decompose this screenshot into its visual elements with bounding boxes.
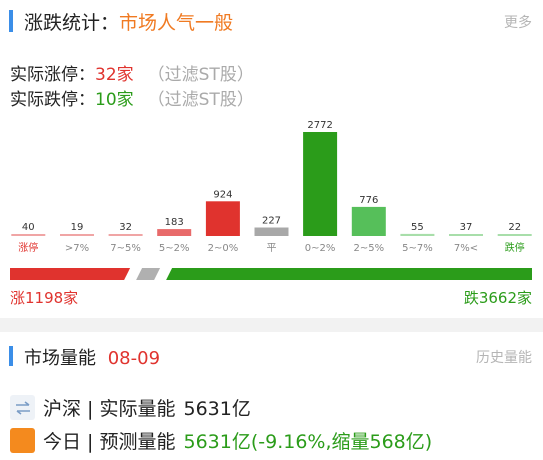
limit-up-value: 32家 (95, 65, 134, 85)
limit-up-line: 实际涨停：32家 （过滤ST股） (10, 60, 254, 85)
predicted-volume-value: 5631亿(-9.16%,缩量568亿) (183, 431, 433, 453)
section-divider (0, 318, 543, 332)
volume-title-label: 市场量能 (24, 348, 96, 369)
bar-4 (205, 201, 240, 236)
bar-value-label: 19 (71, 222, 84, 233)
category-label: 5~7% (402, 243, 433, 254)
limit-down-value: 10家 (95, 90, 134, 110)
page-title: 涨跌统计：市场人气一般 (24, 8, 233, 35)
volume-date: 08-09 (107, 348, 161, 369)
swap-arrows-icon (10, 395, 35, 420)
market-mood-label: 市场人气一般 (119, 12, 234, 34)
bar-1 (60, 234, 94, 236)
actual-volume-label: 沪深 | 实际量能 (43, 398, 176, 420)
bar-2 (108, 234, 143, 236)
bar-value-label: 183 (165, 217, 184, 228)
bar-value-label: 227 (262, 216, 281, 227)
category-label: 0~2% (305, 243, 336, 254)
down-count-label: 跌3662家 (463, 289, 532, 307)
category-label: >7% (65, 243, 89, 254)
flat-segment (136, 268, 161, 280)
volume-title: 市场量能 08-09 (24, 344, 160, 370)
orange-square-icon (10, 428, 35, 453)
category-label: 7~5% (110, 243, 141, 254)
bar-value-label: 776 (359, 195, 378, 206)
down-segment (166, 268, 532, 280)
title-prefix: 涨跌统计： (24, 12, 120, 34)
bar-8 (400, 233, 435, 236)
bar-value-label: 40 (22, 222, 35, 233)
predicted-volume-row: 今日 | 预测量能 5631亿(-9.16%,缩量568亿) (10, 427, 432, 454)
bar-5 (254, 227, 289, 236)
limit-down-label: 实际跌停： (10, 90, 95, 110)
actual-volume-row: 沪深 | 实际量能 5631亿 (10, 394, 251, 421)
section-accent-bar (9, 10, 13, 32)
history-volume-link[interactable]: 历史量能 (476, 347, 532, 367)
more-link[interactable]: 更多 (504, 12, 532, 32)
bar-7 (351, 206, 386, 236)
bar-6 (303, 132, 338, 236)
category-label: 2~5% (353, 243, 384, 254)
up-count-label: 涨1198家 (10, 289, 79, 307)
bar-value-label: 37 (460, 222, 473, 233)
bar-9 (449, 234, 483, 236)
category-label: 7%< (454, 243, 478, 254)
predicted-volume-label: 今日 | 预测量能 (43, 431, 176, 453)
bar-10 (497, 234, 532, 236)
category-label: 5~2% (159, 243, 190, 254)
bar-value-label: 22 (508, 222, 521, 233)
limit-up-label: 实际涨停： (10, 65, 95, 85)
category-label: 2~0% (208, 243, 239, 254)
bar-value-label: 2772 (307, 120, 332, 131)
category-label: 平 (267, 243, 277, 254)
section-accent-bar (9, 346, 13, 366)
actual-volume-value: 5631亿 (183, 398, 251, 420)
distribution-chart: 40 涨停 19 >7% 32 7~5% 183 5~2% 924 2~0% 227 平 2772 0~2… (11, 120, 532, 254)
bar-value-label: 32 (119, 222, 132, 233)
limit-down-note: （过滤ST股） (147, 90, 254, 110)
bar-value-label: 55 (411, 222, 424, 233)
limit-up-note: （过滤ST股） (147, 65, 254, 85)
category-label: 跌停 (505, 241, 525, 254)
limit-down-line: 实际跌停：10家 （过滤ST股） (10, 85, 254, 110)
up-segment (10, 268, 131, 280)
bar-0 (11, 234, 46, 236)
bar-value-label: 924 (213, 189, 232, 200)
bar-3 (157, 229, 192, 236)
up-down-ratio-bar (10, 268, 532, 280)
category-label: 涨停 (18, 241, 38, 254)
